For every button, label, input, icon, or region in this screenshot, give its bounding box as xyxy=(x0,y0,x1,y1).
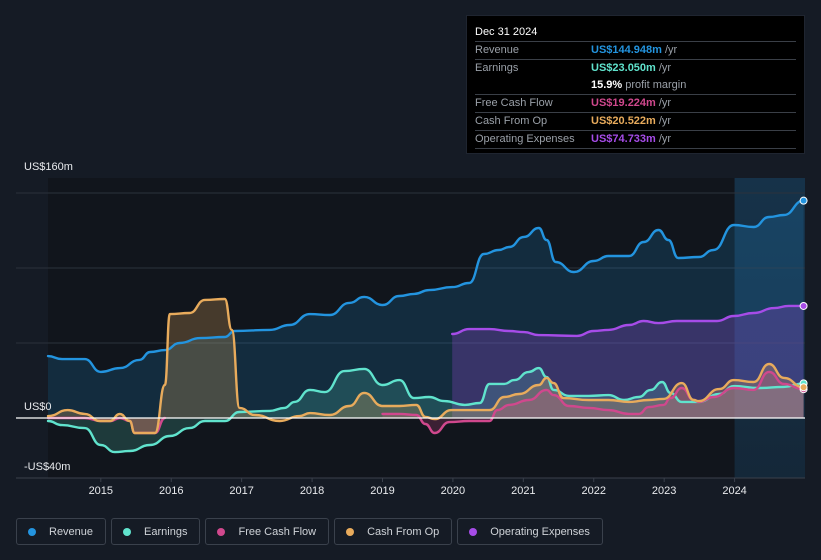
tooltip-label: Earnings xyxy=(475,62,519,74)
legend-item-free-cash-flow[interactable]: Free Cash Flow xyxy=(205,518,330,545)
tooltip-value: US$144.948m xyxy=(591,44,662,56)
legend: Revenue Earnings Free Cash Flow Cash Fro… xyxy=(16,518,603,545)
operating-expenses-dot-icon xyxy=(469,527,478,536)
x-tick-label: 2019 xyxy=(370,485,394,497)
tooltip-unit: /yr xyxy=(658,115,672,127)
cash-from-op-dot-icon xyxy=(346,527,355,536)
operating-expenses-end-marker xyxy=(799,301,808,310)
revenue-dot-icon xyxy=(28,527,36,536)
tooltip-unit: /yr xyxy=(658,62,672,74)
tooltip-label: Cash From Op xyxy=(475,115,548,127)
tooltip-row-cash-from-op: Cash From Op US$20.522m /yr xyxy=(475,113,796,131)
tooltip-label xyxy=(475,77,591,94)
legend-label: Operating Expenses xyxy=(490,525,590,538)
legend-label: Free Cash Flow xyxy=(238,525,317,538)
legend-label: Cash From Op xyxy=(367,525,440,538)
earnings-dot-icon xyxy=(123,527,132,536)
x-tick-label: 2023 xyxy=(652,485,676,497)
legend-item-cash-from-op[interactable]: Cash From Op xyxy=(334,518,453,545)
x-tick-label: 2017 xyxy=(229,485,253,497)
tooltip-unit: /yr xyxy=(664,44,678,56)
legend-label: Revenue xyxy=(49,525,94,538)
tooltip-row-free-cash-flow: Free Cash Flow US$19.224m /yr xyxy=(475,95,796,113)
tooltip: Dec 31 2024 Revenue US$144.948m /yr Earn… xyxy=(466,15,805,154)
tooltip-value: US$19.224m xyxy=(591,97,656,109)
tooltip-unit: profit margin xyxy=(625,79,687,91)
tooltip-label: Operating Expenses xyxy=(475,133,575,145)
revenue-end-marker xyxy=(799,196,808,205)
tooltip-label: Free Cash Flow xyxy=(475,97,553,109)
x-tick-label: 2016 xyxy=(159,485,183,497)
x-tick-label: 2022 xyxy=(582,485,606,497)
tooltip-row-earnings: Earnings US$23.050m /yr xyxy=(475,60,796,77)
tooltip-unit: /yr xyxy=(658,133,672,145)
tooltip-value: US$23.050m xyxy=(591,62,656,74)
free-cash-flow-dot-icon xyxy=(217,527,226,536)
x-tick-label: 2018 xyxy=(300,485,324,497)
y-tick-label: US$0 xyxy=(24,401,52,413)
tooltip-value: US$74.733m xyxy=(591,133,656,145)
legend-label: Earnings xyxy=(144,525,188,538)
cash-from-op-end-marker xyxy=(799,383,808,392)
tooltip-value: US$20.522m xyxy=(591,115,656,127)
tooltip-value: 15.9% xyxy=(591,79,623,91)
tooltip-label: Revenue xyxy=(475,44,520,56)
x-tick-label: 2020 xyxy=(441,485,465,497)
x-tick-label: 2024 xyxy=(722,485,746,497)
tooltip-date: Dec 31 2024 xyxy=(475,24,796,42)
legend-item-operating-expenses[interactable]: Operating Expenses xyxy=(457,518,603,545)
tooltip-row-profit-margin: 15.9% profit margin xyxy=(475,77,796,95)
y-tick-label: -US$40m xyxy=(24,461,70,473)
x-tick-label: 2015 xyxy=(89,485,113,497)
tooltip-row-revenue: Revenue US$144.948m /yr xyxy=(475,42,796,60)
legend-item-revenue[interactable]: Revenue xyxy=(16,518,107,545)
y-tick-label: US$160m xyxy=(24,161,73,173)
tooltip-unit: /yr xyxy=(658,97,672,109)
legend-item-earnings[interactable]: Earnings xyxy=(111,518,201,545)
x-tick-label: 2021 xyxy=(511,485,535,497)
tooltip-row-operating-expenses: Operating Expenses US$74.733m /yr xyxy=(475,131,796,149)
